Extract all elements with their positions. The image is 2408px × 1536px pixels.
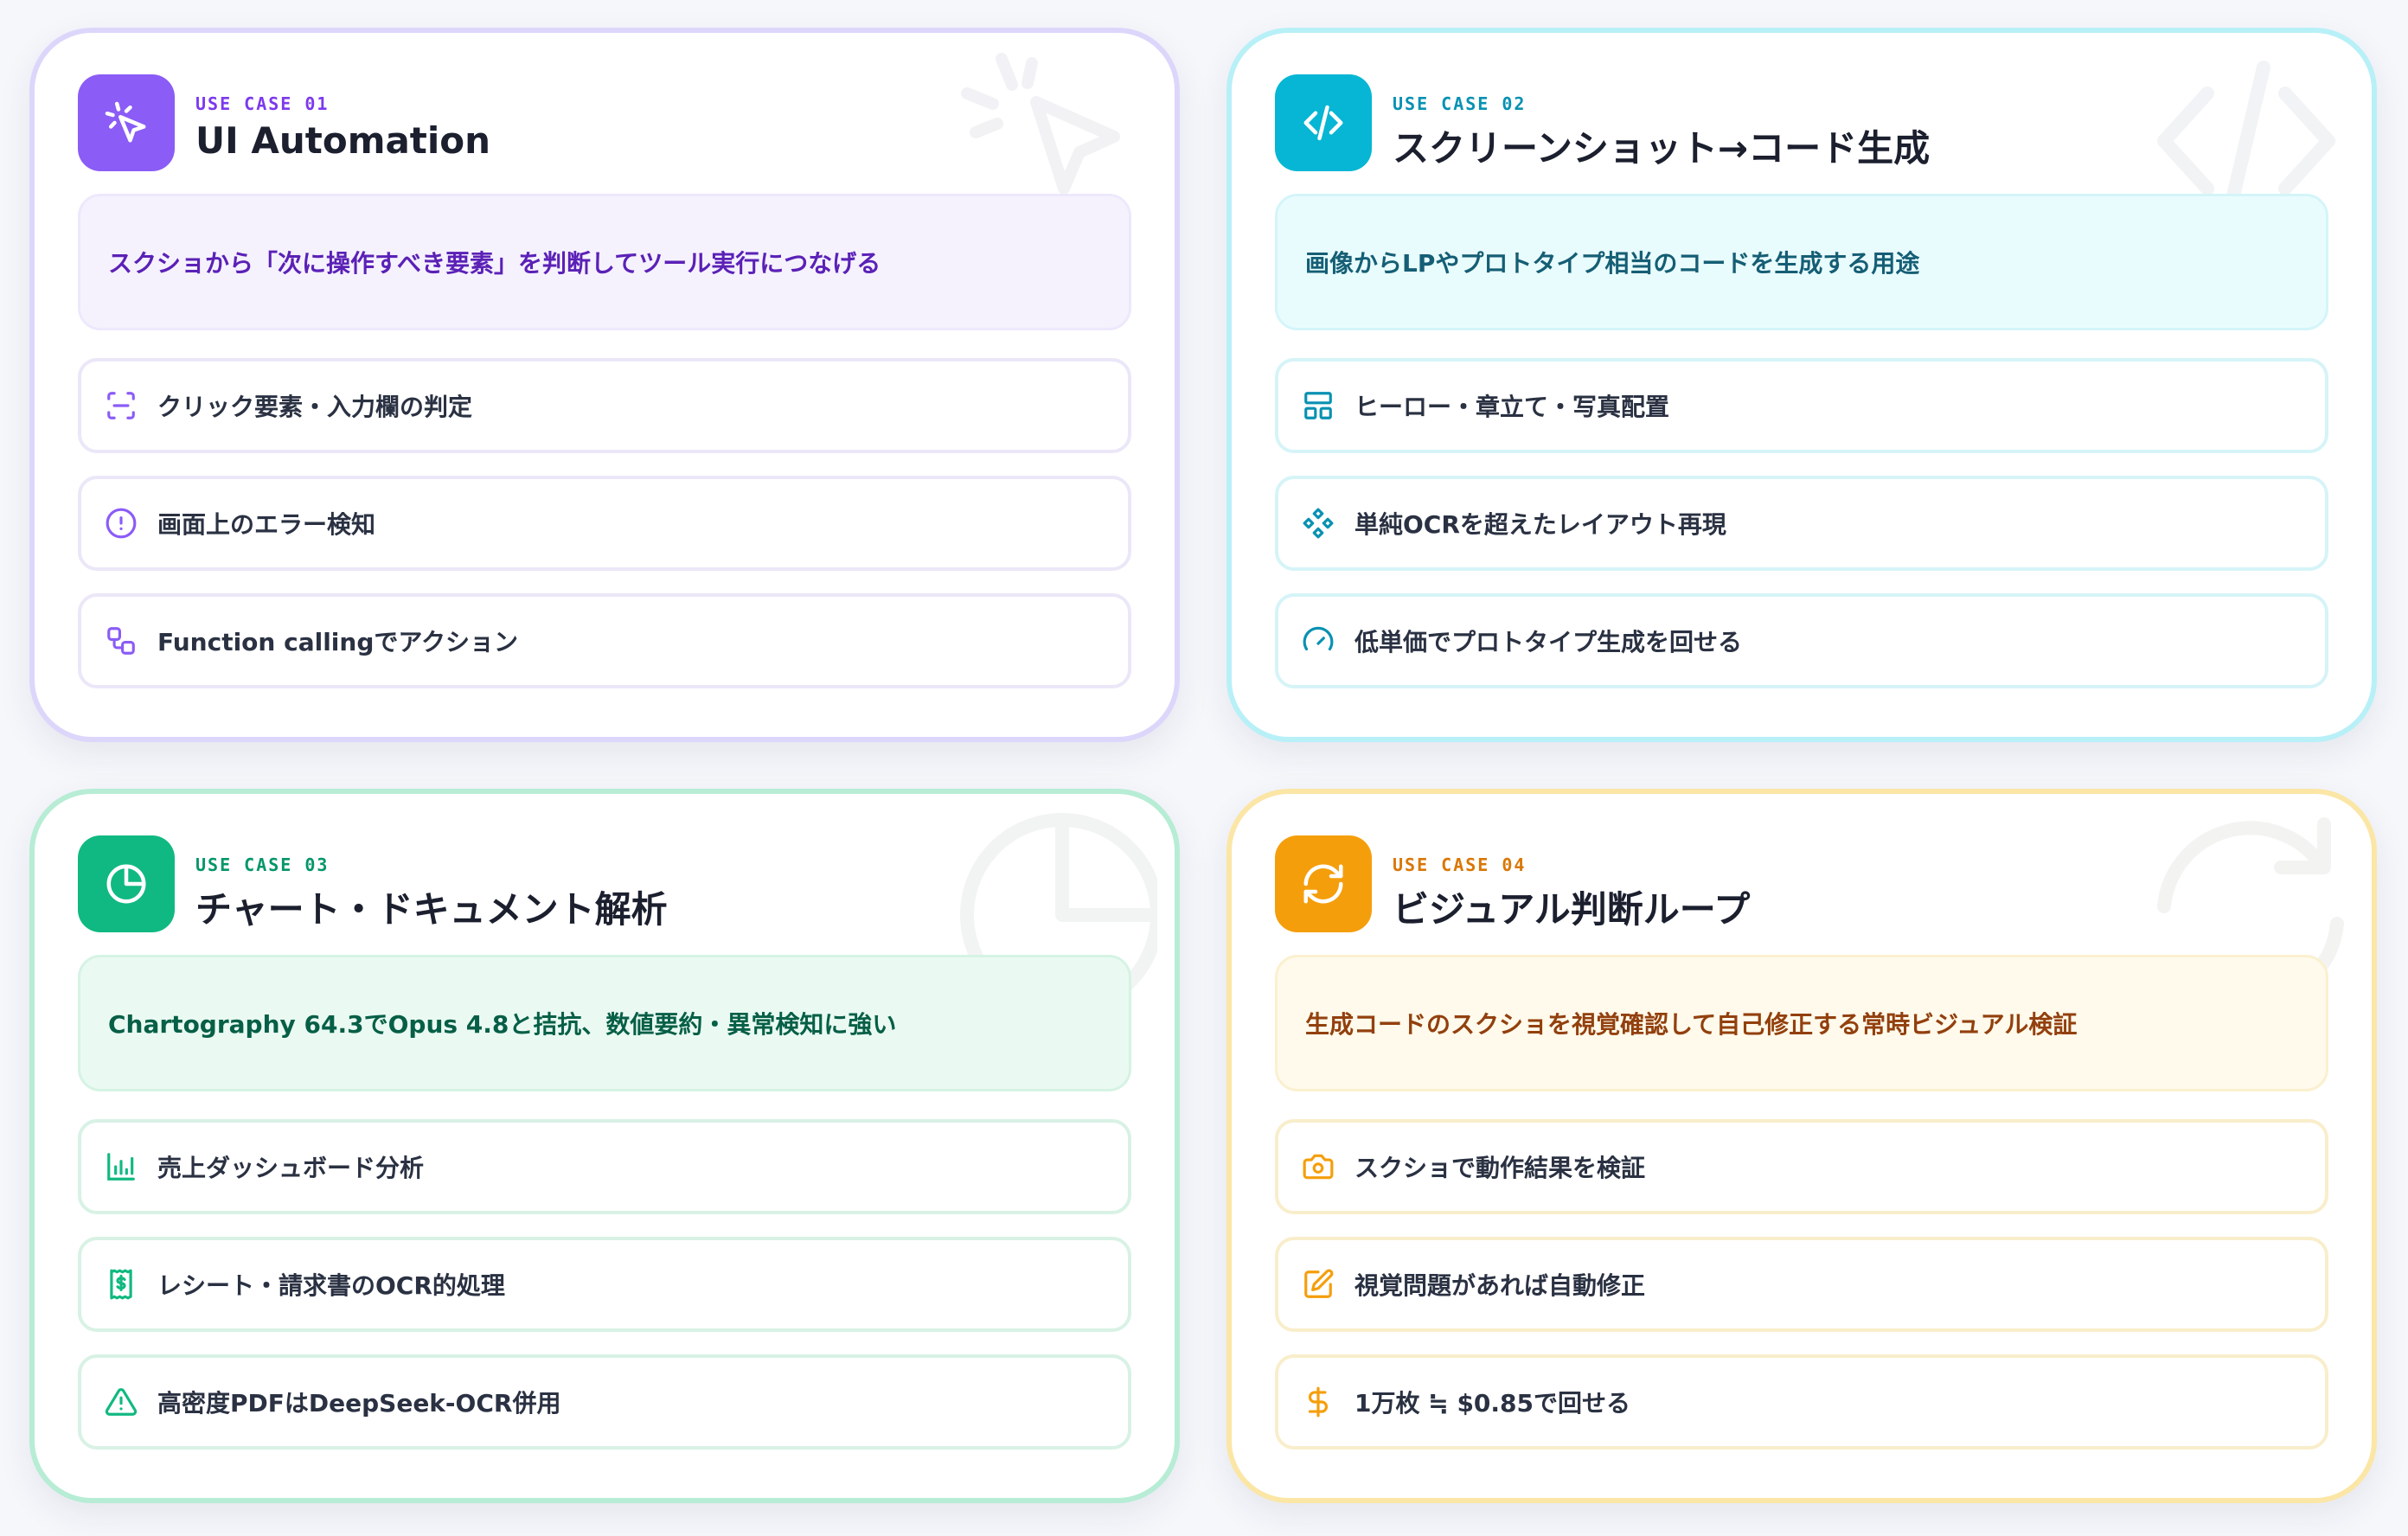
card-highlight: スクショから「次に操作すべき要素」を判断してツール実行につなげる	[78, 194, 1131, 330]
card-title: ビジュアル判断ループ	[1393, 888, 1751, 931]
use-case-card-visual-loop: USE CASE 04 ビジュアル判断ループ 生成コードのスクショを視覚確認して…	[1226, 789, 2377, 1503]
receipt-icon	[104, 1267, 138, 1302]
scan-frame-icon	[104, 388, 138, 423]
list-item: 低単価でプロトタイプ生成を回せる	[1275, 593, 2328, 688]
component-icon	[1301, 506, 1335, 541]
list-item-label: 低単価でプロトタイプ生成を回せる	[1354, 628, 1743, 656]
code-icon	[1275, 74, 1372, 171]
card-title: スクリーンショット→コード生成	[1393, 127, 1931, 170]
warning-triangle-icon	[104, 1385, 138, 1419]
use-case-eyebrow: USE CASE 02	[1393, 93, 1527, 114]
camera-icon	[1301, 1149, 1335, 1184]
card-highlight: Chartography 64.3でOpus 4.8と拮抗、数値要約・異常検知に…	[78, 955, 1131, 1091]
card-highlight: 画像からLPやプロトタイプ相当のコードを生成する用途	[1275, 194, 2328, 330]
pie-chart-icon	[78, 835, 175, 932]
list-item-label: 視覚問題があれば自動修正	[1354, 1271, 1646, 1300]
list-item: 単純OCRを超えたレイアウト再現	[1275, 476, 2328, 571]
list-item: 1万枚 ≒ $0.85で回せる	[1275, 1354, 2328, 1450]
card-title: チャート・ドキュメント解析	[195, 888, 668, 931]
list-item-label: クリック要素・入力欄の判定	[157, 393, 473, 421]
list-item-label: ヒーロー・章立て・写真配置	[1354, 393, 1670, 421]
list-item: 高密度PDFはDeepSeek-OCR併用	[78, 1354, 1131, 1450]
list-item: ヒーロー・章立て・写真配置	[1275, 358, 2328, 453]
layout-icon	[1301, 388, 1335, 423]
list-item-label: 売上ダッシュボード分析	[157, 1154, 425, 1182]
list-item: Function callingでアクション	[78, 593, 1131, 688]
card-header: USE CASE 02 スクリーンショット→コード生成	[1275, 74, 2328, 171]
use-case-card-chart-document: USE CASE 03 チャート・ドキュメント解析 Chartography 6…	[29, 789, 1180, 1503]
card-header: USE CASE 01 UI Automation	[78, 74, 1131, 171]
list-item: 売上ダッシュボード分析	[78, 1119, 1131, 1214]
use-case-card-screenshot-to-code: USE CASE 02 スクリーンショット→コード生成 画像からLPやプロトタイ…	[1226, 28, 2377, 742]
card-highlight: 生成コードのスクショを視覚確認して自己修正する常時ビジュアル検証	[1275, 955, 2328, 1091]
cursor-click-icon	[78, 74, 175, 171]
card-header: USE CASE 03 チャート・ドキュメント解析	[78, 835, 1131, 932]
list-item: クリック要素・入力欄の判定	[78, 358, 1131, 453]
use-case-eyebrow: USE CASE 01	[195, 93, 330, 114]
card-title: UI Automation	[195, 119, 491, 162]
card-header: USE CASE 04 ビジュアル判断ループ	[1275, 835, 2328, 932]
workflow-icon	[104, 624, 138, 658]
dollar-icon	[1301, 1385, 1335, 1419]
edit-icon	[1301, 1267, 1335, 1302]
gauge-icon	[1301, 624, 1335, 658]
use-case-eyebrow: USE CASE 04	[1393, 854, 1527, 875]
list-item: レシート・請求書のOCR的処理	[78, 1237, 1131, 1332]
alert-circle-icon	[104, 506, 138, 541]
use-case-eyebrow: USE CASE 03	[195, 854, 330, 875]
bar-chart-icon	[104, 1149, 138, 1184]
list-item-label: 高密度PDFはDeepSeek-OCR併用	[157, 1389, 561, 1418]
list-item-label: Function callingでアクション	[157, 628, 518, 656]
list-item-label: レシート・請求書のOCR的処理	[157, 1271, 505, 1300]
list-item-label: スクショで動作結果を検証	[1354, 1154, 1646, 1182]
use-case-card-ui-automation: USE CASE 01 UI Automation スクショから「次に操作すべき…	[29, 28, 1180, 742]
list-item-label: 画面上のエラー検知	[157, 510, 376, 539]
list-item: 視覚問題があれば自動修正	[1275, 1237, 2328, 1332]
list-item-label: 単純OCRを超えたレイアウト再現	[1354, 510, 1726, 539]
refresh-icon	[1275, 835, 1372, 932]
list-item: 画面上のエラー検知	[78, 476, 1131, 571]
list-item-label: 1万枚 ≒ $0.85で回せる	[1354, 1389, 1631, 1418]
list-item: スクショで動作結果を検証	[1275, 1119, 2328, 1214]
